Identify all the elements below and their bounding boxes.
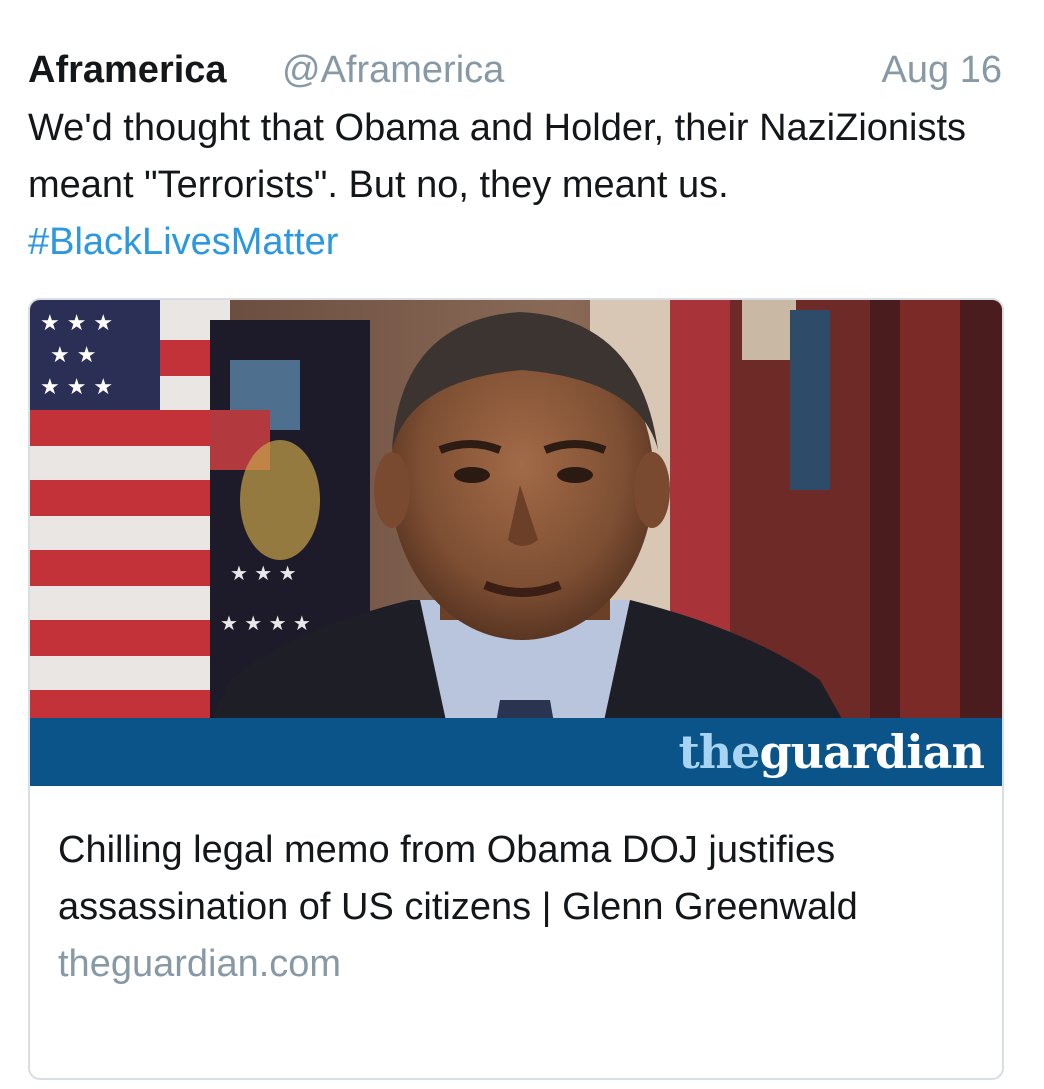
tweet-timestamp[interactable]: Aug 16	[882, 48, 1002, 92]
card-thumbnail[interactable]: ★ ★ ★ ★ ★ ★ ★ ★ ★ ★ ★ ★ ★ ★ ★ theguardia…	[30, 300, 1002, 786]
tweet-text: We'd thought that Obama and Holder, thei…	[28, 100, 988, 271]
svg-text:★ ★ ★ ★: ★ ★ ★ ★	[220, 611, 311, 635]
hashtag-link[interactable]: #BlackLivesMatter	[28, 221, 338, 263]
svg-text:★ ★: ★ ★	[50, 343, 96, 368]
card-domain: theguardian.com	[58, 943, 342, 985]
svg-text:★ ★ ★: ★ ★ ★	[230, 561, 297, 585]
press-photo: ★ ★ ★ ★ ★ ★ ★ ★ ★ ★ ★ ★ ★ ★ ★	[30, 300, 1002, 786]
link-preview-card[interactable]: ★ ★ ★ ★ ★ ★ ★ ★ ★ ★ ★ ★ ★ ★ ★ theguardia…	[28, 298, 1004, 1080]
tweet-body-text: We'd thought that Obama and Holder, thei…	[28, 107, 967, 206]
tweet-header: Aframerica @Aframerica Aug 16	[28, 44, 1004, 96]
author-display-name[interactable]: Aframerica	[28, 48, 227, 92]
card-title[interactable]: Chilling legal memo from Obama DOJ justi…	[58, 822, 978, 936]
guardian-logo-bar: theguardian	[30, 718, 1002, 786]
svg-text:★ ★ ★: ★ ★ ★	[40, 311, 113, 336]
svg-text:★ ★ ★: ★ ★ ★	[40, 375, 113, 400]
card-body: Chilling legal memo from Obama DOJ justi…	[58, 822, 978, 993]
author-handle[interactable]: @Aframerica	[282, 48, 504, 92]
guardian-logo: theguardian	[678, 725, 985, 779]
tweet[interactable]: Aframerica @Aframerica Aug 16 We'd thoug…	[0, 0, 1044, 1089]
